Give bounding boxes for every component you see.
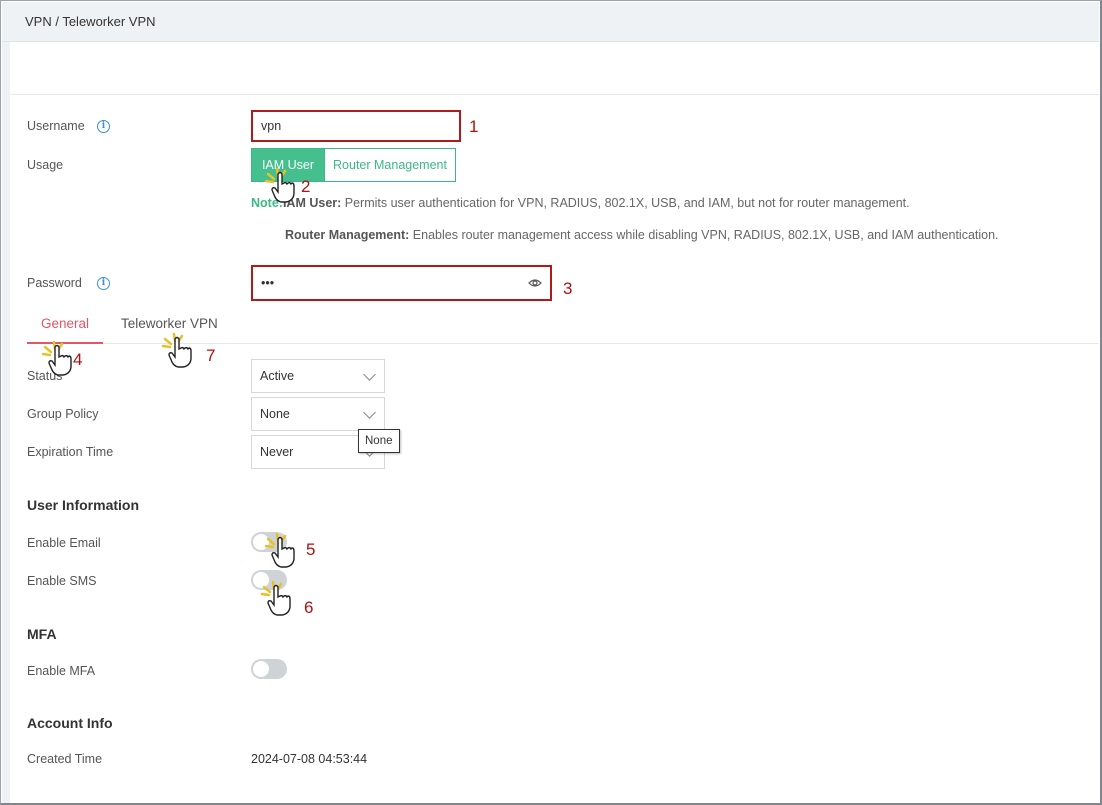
click-cursor-icon: [264, 167, 295, 203]
usage-note-iam: Note:IAM User: Permits user authenticati…: [251, 196, 910, 210]
main-content: [10, 42, 1099, 803]
expiration-label: Expiration Time: [27, 445, 114, 459]
usage-label: Usage: [27, 158, 64, 172]
chevron-down-icon: [363, 368, 376, 381]
expiration-value: Never: [260, 445, 294, 459]
info-icon[interactable]: i: [97, 120, 110, 133]
click-cursor-icon: [161, 332, 192, 368]
click-cursor-icon: [264, 532, 295, 568]
note-router-text: Enables router management access while d…: [409, 228, 999, 242]
enable-email-label: Enable Email: [27, 536, 101, 550]
tooltip: None: [358, 429, 400, 453]
click-cursor-icon: [260, 580, 291, 616]
created-time-label: Created Time: [27, 752, 103, 766]
account-info-title: Account Info: [27, 715, 113, 731]
chevron-down-icon: [363, 406, 376, 419]
top-bar: VPN / Teleworker VPN: [2, 2, 1099, 42]
mfa-title: MFA: [27, 626, 57, 642]
annotation-6: 6: [304, 598, 314, 617]
group-policy-label: Group Policy: [27, 407, 99, 421]
enable-mfa-toggle[interactable]: [251, 659, 287, 679]
info-icon[interactable]: i: [97, 277, 110, 290]
note-iam-text: Permits user authentication for VPN, RAD…: [341, 196, 910, 210]
annotation-1: 1: [469, 117, 479, 136]
password-input[interactable]: •••: [251, 265, 552, 301]
enable-mfa-label: Enable MFA: [27, 664, 96, 678]
usage-router-management-button[interactable]: Router Management: [324, 148, 456, 182]
annotation-5: 5: [306, 540, 316, 559]
note-router-title: Router Management:: [285, 228, 410, 242]
username-input[interactable]: [251, 110, 461, 142]
status-select[interactable]: Active: [251, 359, 385, 393]
tab-general[interactable]: General: [41, 316, 89, 331]
created-time-value: 2024-07-08 04:53:44: [251, 752, 368, 766]
eye-icon[interactable]: [528, 278, 542, 288]
click-cursor-icon: [41, 340, 72, 376]
usage-note-router: Router Management: Enables router manage…: [285, 228, 999, 242]
divider: [10, 94, 1099, 95]
tab-divider: [103, 343, 1099, 344]
tab-teleworker-vpn[interactable]: Teleworker VPN: [121, 316, 218, 331]
password-value: •••: [261, 276, 275, 290]
annotation-7: 7: [206, 346, 216, 365]
enable-sms-label: Enable SMS: [27, 574, 97, 588]
group-policy-value: None: [260, 407, 290, 421]
password-label: Password: [27, 276, 82, 290]
status-value: Active: [260, 369, 295, 383]
username-label: Username: [27, 119, 85, 133]
group-policy-select[interactable]: None: [251, 397, 385, 431]
annotation-2: 2: [301, 177, 311, 196]
breadcrumb[interactable]: VPN / Teleworker VPN: [25, 14, 156, 29]
annotation-3: 3: [563, 279, 573, 298]
app-window: VPN / Teleworker VPN Username i 1 Usage …: [0, 0, 1102, 805]
user-info-title: User Information: [27, 497, 140, 513]
